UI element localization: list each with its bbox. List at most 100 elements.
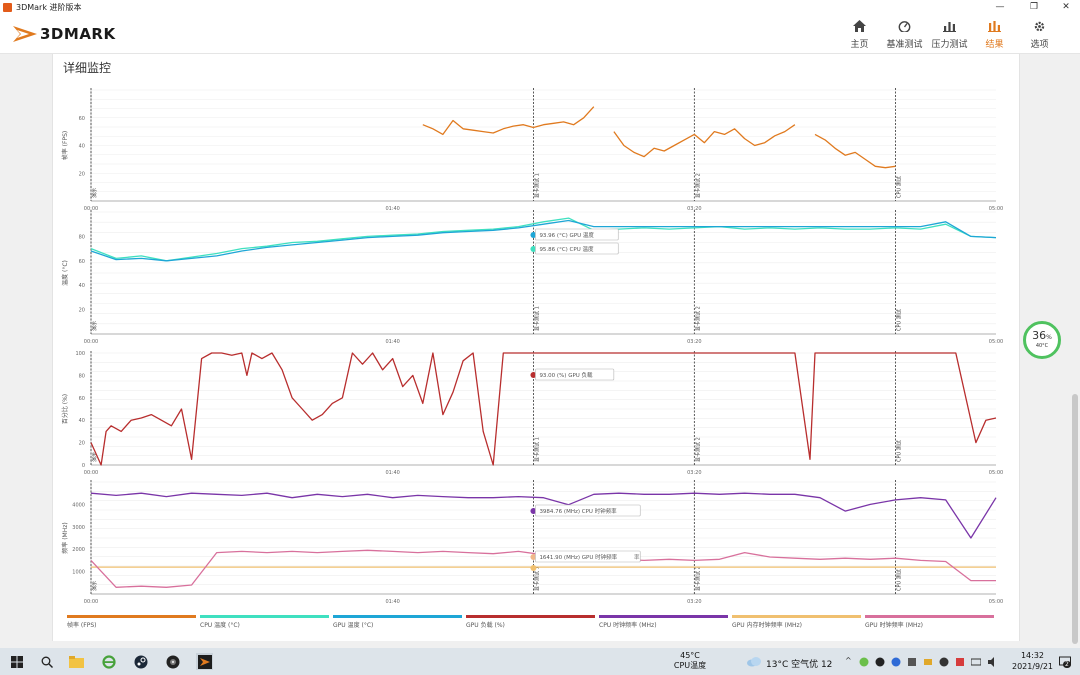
x-tick-label: 01:40 bbox=[385, 470, 399, 476]
close-button[interactable]: ✕ bbox=[1052, 0, 1080, 14]
file-explorer-icon[interactable] bbox=[68, 653, 85, 670]
ie-browser-icon[interactable] bbox=[100, 653, 117, 670]
nav-options-label: 选项 bbox=[1030, 40, 1049, 50]
x-tick-label: 01:40 bbox=[385, 206, 399, 212]
tray-app-icon-4[interactable] bbox=[906, 653, 918, 670]
x-tick-label: 00:00 bbox=[84, 599, 98, 605]
tray-app-icon-3[interactable] bbox=[890, 653, 902, 670]
weather-text[interactable]: 13°C 空气优 12 bbox=[766, 657, 832, 670]
y-tick-label: 3000 bbox=[72, 525, 85, 531]
legend-swatch bbox=[200, 615, 329, 618]
3dmark-logo[interactable]: 3DMARK bbox=[12, 20, 116, 48]
y-axis-label: 帧率 (FPS) bbox=[61, 131, 69, 160]
scrollbar-thumb[interactable] bbox=[1072, 394, 1078, 644]
detailed-monitoring-panel: 详细监控 20 40 60 帧率 (FPS) 00:00 01:40 03:20 05:00 演… bbox=[52, 54, 1020, 641]
media-app-icon[interactable] bbox=[164, 653, 181, 670]
clock[interactable]: 14:32 2021/9/21 bbox=[1010, 650, 1055, 672]
legend-label: GPU 内存时钟频率 (MHz) bbox=[732, 621, 802, 629]
series-line bbox=[90, 219, 997, 262]
test-marker-label: 演示 bbox=[91, 321, 98, 331]
monitoring-charts[interactable]: 204060帧率 (FPS)00:00 01:40 03:20 05:00演示 显卡测试… bbox=[53, 54, 1021, 641]
y-tick-label: 1000 bbox=[72, 570, 85, 576]
test-marker-label: 演示 bbox=[91, 581, 98, 591]
y-tick-label: 2000 bbox=[72, 547, 85, 553]
x-tick-label: 03:20 bbox=[687, 599, 701, 605]
legend-label: GPU 温度 (°C) bbox=[333, 621, 373, 629]
nav-results-label: 结果 bbox=[985, 40, 1004, 50]
x-tick-label: 05:00 bbox=[989, 206, 1003, 212]
tray-app-icon-6[interactable] bbox=[938, 653, 950, 670]
nav-options[interactable]: 选项 bbox=[1017, 18, 1062, 50]
gauge-icon bbox=[897, 18, 913, 34]
clock-date: 2021/9/21 bbox=[1011, 662, 1054, 671]
y-tick-label: 20 bbox=[79, 441, 85, 447]
gpu-clock-tooltip-tail: 率 bbox=[634, 553, 640, 561]
tray-app-icon-7[interactable] bbox=[954, 653, 966, 670]
test-marker-label: 显卡测试 1 bbox=[533, 437, 540, 462]
notification-count: 2 bbox=[1063, 661, 1071, 668]
cpu-widget-temp: 40°C bbox=[1035, 343, 1049, 349]
tray-chevron-icon[interactable]: ^ bbox=[845, 656, 852, 665]
windows-start-icon[interactable] bbox=[8, 653, 25, 670]
y-tick-label: 40 bbox=[79, 418, 85, 424]
y-tick-label: 60 bbox=[79, 259, 85, 265]
cpu-temp-label: CPU温度 bbox=[673, 661, 707, 670]
y-tick-label: 80 bbox=[79, 373, 85, 379]
series-line bbox=[422, 106, 896, 169]
tray-app-icon-1[interactable] bbox=[858, 653, 870, 670]
page-scrollbar[interactable] bbox=[1070, 54, 1080, 654]
legend-label: CPU 时钟频率 (MHz) bbox=[599, 621, 657, 629]
legend-label: CPU 温度 (°C) bbox=[200, 621, 240, 629]
restore-button[interactable]: ❐ bbox=[1020, 0, 1048, 14]
gpu-clock-tooltip-text: 1641.90 (MHz) GPU 时钟频率 bbox=[539, 553, 617, 561]
x-tick-label: 00:00 bbox=[84, 339, 98, 345]
y-tick-label: 20 bbox=[79, 171, 85, 177]
network-icon[interactable] bbox=[970, 653, 982, 670]
y-axis-label: 百分比 (%) bbox=[61, 394, 69, 424]
cpu-usage-percent: 36 bbox=[1032, 329, 1047, 342]
cpu-usage-widget[interactable]: 36% 40°C bbox=[1023, 321, 1061, 359]
nav-home-label: 主页 bbox=[850, 40, 869, 50]
test-marker-label: 显卡测试 2 bbox=[694, 306, 701, 331]
x-tick-label: 01:40 bbox=[385, 339, 399, 345]
gpu-load-tooltip-text: 93.00 (%) GPU 负载 bbox=[539, 371, 593, 379]
tray-app-icon-5[interactable] bbox=[922, 653, 934, 670]
test-marker-label: 显卡测试 1 bbox=[533, 306, 540, 331]
tray-app-icon-2[interactable] bbox=[874, 653, 886, 670]
y-axis-label: 温度 (°C) bbox=[61, 260, 69, 286]
notification-center-icon[interactable]: 2 bbox=[1055, 653, 1075, 670]
legend-swatch bbox=[466, 615, 595, 618]
app-header: 3DMARK 主页 基准测试 压力测试 结果 选项 bbox=[0, 14, 1080, 54]
x-tick-label: 03:20 bbox=[687, 339, 701, 345]
window-title-bar: 3DMark 进阶版本 — ❐ ✕ bbox=[0, 0, 1080, 14]
nav-results[interactable]: 结果 bbox=[972, 18, 1017, 50]
nav-benchmarks[interactable]: 基准测试 bbox=[882, 18, 927, 50]
test-marker-label: CPU 测试 bbox=[895, 440, 902, 462]
y-tick-label: 4000 bbox=[72, 502, 85, 508]
legend-label: 帧率 (FPS) bbox=[67, 621, 96, 629]
x-tick-label: 01:40 bbox=[385, 599, 399, 605]
logo-text: 3DMARK bbox=[40, 25, 116, 43]
nav-stress-label: 压力测试 bbox=[931, 40, 968, 50]
test-marker-label: 显卡测试 2 bbox=[694, 173, 701, 198]
legend-swatch bbox=[67, 615, 196, 618]
y-tick-label: 60 bbox=[79, 396, 85, 402]
volume-icon[interactable] bbox=[986, 653, 998, 670]
y-axis-label: 频率 (MHz) bbox=[61, 522, 69, 553]
legend-label: GPU 负载 (%) bbox=[466, 621, 505, 629]
nav-home[interactable]: 主页 bbox=[837, 18, 882, 50]
minimize-button[interactable]: — bbox=[986, 0, 1014, 14]
bars-icon bbox=[942, 18, 958, 34]
3dmark-taskbar-icon[interactable] bbox=[196, 653, 213, 670]
x-tick-label: 05:00 bbox=[989, 599, 1003, 605]
test-marker-label: CPU 测试 bbox=[895, 309, 902, 331]
x-tick-label: 00:00 bbox=[84, 470, 98, 476]
y-tick-label: 40 bbox=[79, 283, 85, 289]
search-icon[interactable] bbox=[38, 653, 55, 670]
cpu-temp-tray[interactable]: 45°C CPU温度 bbox=[670, 651, 710, 671]
nav-stress-tests[interactable]: 压力测试 bbox=[927, 18, 972, 50]
steam-icon[interactable] bbox=[132, 653, 149, 670]
cpu-temp-tooltip-text: 95.86 (°C) CPU 温度 bbox=[539, 245, 594, 253]
y-tick-label: 60 bbox=[79, 116, 85, 122]
windows-taskbar: 45°C CPU温度 13°C 空气优 12 ^ 14:32 2021/9/21… bbox=[0, 648, 1080, 675]
